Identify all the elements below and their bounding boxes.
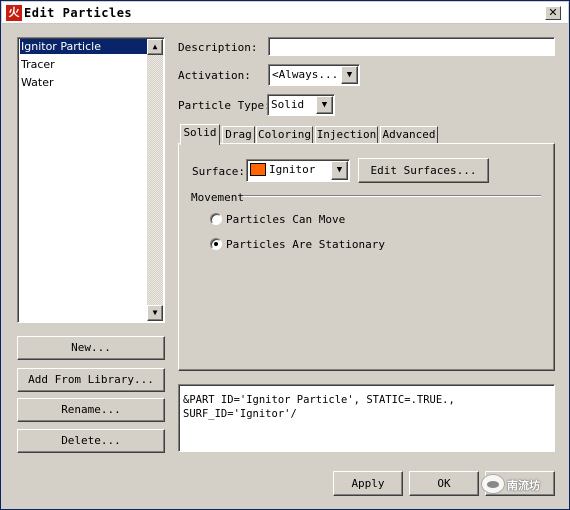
can-move-radio[interactable] xyxy=(210,213,222,225)
window-title: Edit Particles xyxy=(24,6,133,20)
list-scrollbar[interactable]: ▲ ▼ xyxy=(147,39,163,321)
tab-injection[interactable]: Injection xyxy=(315,126,378,144)
add-from-library-button[interactable]: Add From Library... xyxy=(17,368,165,392)
edit-surfaces-button[interactable]: Edit Surfaces... xyxy=(358,158,489,183)
namelist-preview[interactable]: &PART ID='Ignitor Particle', STATIC=.TRU… xyxy=(178,384,555,452)
can-move-label[interactable]: Particles Can Move xyxy=(226,213,345,226)
tab-solid[interactable]: Solid xyxy=(180,124,220,145)
preview-line-2: SURF_ID='Ignitor'/ xyxy=(183,408,297,420)
list-item[interactable]: Tracer xyxy=(20,57,147,72)
activation-label: Activation: xyxy=(178,69,251,82)
list-item[interactable]: Ignitor Particle xyxy=(20,39,147,54)
apply-button[interactable]: Apply xyxy=(333,471,403,496)
surface-color-swatch xyxy=(250,163,266,176)
chat-bubble-icon xyxy=(481,474,505,494)
title-bar[interactable]: 火 Edit Particles ✕ xyxy=(2,2,568,24)
new-button[interactable]: New... xyxy=(17,336,165,360)
surface-label: Surface: xyxy=(192,165,245,178)
ok-button[interactable]: OK xyxy=(409,471,479,496)
activation-select[interactable]: <Always... ▼ xyxy=(268,64,360,86)
movement-divider xyxy=(243,195,541,197)
description-input[interactable] xyxy=(268,37,555,56)
particle-type-label: Particle Type: xyxy=(178,99,271,112)
stationary-radio[interactable] xyxy=(210,238,222,250)
rename-button[interactable]: Rename... xyxy=(17,398,165,422)
movement-group-label: Movement xyxy=(191,191,244,204)
radio-selected-dot xyxy=(214,242,218,246)
activation-value: <Always... xyxy=(272,68,339,81)
delete-button[interactable]: Delete... xyxy=(17,429,165,453)
particle-listbox[interactable]: Ignitor Particle Tracer Water ▲ ▼ xyxy=(17,37,165,323)
scroll-up-icon[interactable]: ▲ xyxy=(147,39,163,55)
scroll-down-icon[interactable]: ▼ xyxy=(147,305,163,321)
watermark: 南流坊 xyxy=(481,473,565,495)
chevron-down-icon[interactable]: ▼ xyxy=(331,161,348,180)
list-item[interactable]: Water xyxy=(20,75,147,90)
description-label: Description: xyxy=(178,41,258,54)
particle-type-value: Solid xyxy=(271,98,305,111)
tab-drag[interactable]: Drag xyxy=(222,126,255,144)
app-icon: 火 xyxy=(6,5,22,21)
surface-select[interactable]: Ignitor ▼ xyxy=(246,159,350,182)
chevron-down-icon[interactable]: ▼ xyxy=(341,66,358,84)
watermark-text: 南流坊 xyxy=(507,479,540,492)
tab-coloring[interactable]: Coloring xyxy=(256,126,313,144)
tab-advanced[interactable]: Advanced xyxy=(380,126,438,144)
stationary-label[interactable]: Particles Are Stationary xyxy=(226,238,385,251)
preview-line-1: &PART ID='Ignitor Particle', STATIC=.TRU… xyxy=(183,394,455,406)
edit-particles-dialog: 火 Edit Particles ✕ Ignitor Particle Trac… xyxy=(0,0,570,510)
surface-value: Ignitor xyxy=(269,163,316,176)
close-button[interactable]: ✕ xyxy=(545,6,561,20)
particle-type-select[interactable]: Solid ▼ xyxy=(267,94,335,116)
chevron-down-icon[interactable]: ▼ xyxy=(316,96,333,114)
